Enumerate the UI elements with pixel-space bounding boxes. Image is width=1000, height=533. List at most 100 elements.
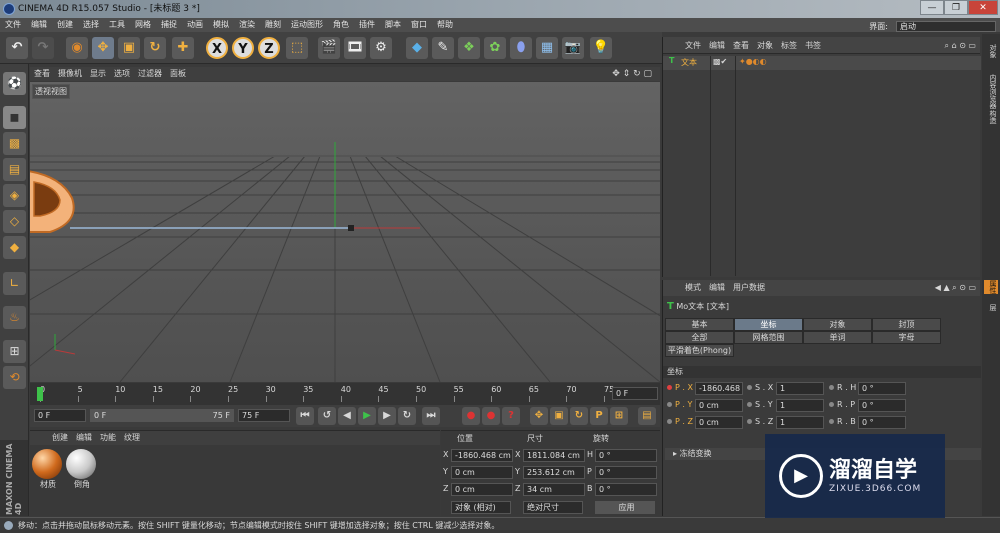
menu-select[interactable]: 选择 — [78, 18, 104, 32]
render-view-icon[interactable]: 🎬 — [318, 37, 340, 59]
next-key-icon[interactable]: ↻ — [398, 407, 416, 425]
camera-icon[interactable]: 📷 — [562, 37, 584, 59]
record-keys-icon[interactable]: ● — [462, 407, 480, 425]
coord-position-field[interactable]: 0 cm — [451, 483, 513, 496]
render-picture-queue-icon[interactable]: 🎞 — [344, 37, 366, 59]
key-pla-icon[interactable]: ⊞ — [610, 407, 628, 425]
object-menu-tags[interactable]: 标签 — [777, 41, 801, 50]
coord-rotation-field[interactable]: 0 ° — [595, 466, 657, 479]
workplane-mode-icon[interactable]: ▤ — [3, 158, 26, 181]
attr-r-field[interactable]: 0 ° — [858, 382, 906, 395]
axis-mode-icon[interactable]: ∟ — [3, 272, 26, 295]
material-menu-texture[interactable]: 纹理 — [120, 433, 144, 442]
menu-render[interactable]: 渲染 — [234, 18, 260, 32]
attr-p-field[interactable]: 0 cm — [695, 399, 743, 412]
coord-size-mode-select[interactable]: 绝对尺寸 — [523, 501, 583, 514]
start-frame-field[interactable]: 0 F — [34, 409, 86, 422]
key-position-icon[interactable]: ✥ — [530, 407, 548, 425]
coord-rotation-field[interactable]: 0 ° — [595, 449, 657, 462]
timeline-ruler[interactable]: 051015202530354045505560657075 0 F — [30, 383, 660, 405]
key-scale-icon[interactable]: ▣ — [550, 407, 568, 425]
light-icon[interactable]: 💡 — [590, 37, 612, 59]
material-menu-function[interactable]: 功能 — [96, 433, 120, 442]
apply-button[interactable]: 应用 — [595, 501, 655, 514]
material-swatch[interactable]: 材质 — [32, 449, 64, 493]
coord-position-field[interactable]: -1860.468 cm — [451, 449, 513, 462]
menu-animate[interactable]: 动画 — [182, 18, 208, 32]
tweak-mode-icon[interactable]: ♨ — [3, 306, 26, 329]
close-button[interactable]: ✕ — [968, 0, 998, 15]
redo-icon[interactable]: ↷ — [32, 37, 54, 59]
keyframe-dot[interactable] — [829, 402, 834, 407]
current-frame-field[interactable]: 0 F — [612, 387, 658, 400]
side-tab-structure[interactable]: 构造 — [984, 110, 998, 124]
object-menu-edit[interactable]: 编辑 — [705, 41, 729, 50]
array-icon[interactable]: ✿ — [484, 37, 506, 59]
material-menu-edit[interactable]: 编辑 — [72, 433, 96, 442]
perspective-viewport[interactable]: 透视视图 — [30, 82, 660, 382]
end-frame-field[interactable]: 75 F — [238, 409, 290, 422]
keyframe-dot[interactable] — [747, 385, 752, 390]
menu-simulate[interactable]: 模拟 — [208, 18, 234, 32]
side-tab-attributes[interactable]: 属性 — [984, 280, 998, 294]
menu-character[interactable]: 角色 — [328, 18, 354, 32]
model-mode-icon[interactable]: ◼ — [3, 106, 26, 129]
menu-sculpt[interactable]: 雕刻 — [260, 18, 286, 32]
coord-size-field[interactable]: 34 cm — [523, 483, 585, 496]
object-menu-file[interactable]: 文件 — [681, 41, 705, 50]
object-menu-bookmarks[interactable]: 书签 — [801, 41, 825, 50]
tab-grid-range[interactable]: 网格范围 — [734, 331, 803, 344]
floor-icon[interactable]: ▦ — [536, 37, 558, 59]
keyframe-dot[interactable] — [747, 402, 752, 407]
keyframe-dot[interactable] — [667, 402, 672, 407]
coord-rotation-field[interactable]: 0 ° — [595, 483, 657, 496]
attr-r-field[interactable]: 0 ° — [858, 399, 906, 412]
viewport-nav-icons[interactable]: ✥ ⇕ ↻ ▢ — [608, 67, 656, 81]
timeline-window-icon[interactable]: ▤ — [638, 407, 656, 425]
snap-icon[interactable]: ⊞ — [3, 340, 26, 363]
cube-icon[interactable]: ◆ — [406, 37, 428, 59]
z-axis-icon[interactable]: Z — [258, 37, 280, 59]
object-menu-objects[interactable]: 对象 — [753, 41, 777, 50]
subdivision-icon[interactable]: ❖ — [458, 37, 480, 59]
go-to-start-icon[interactable]: ⏮ — [296, 407, 314, 425]
pen-spline-icon[interactable]: ✎ — [432, 37, 454, 59]
coord-size-field[interactable]: 253.612 cm — [523, 466, 585, 479]
attr-menu-userdata[interactable]: 用户数据 — [729, 283, 769, 292]
object-name[interactable]: 文本 — [681, 57, 697, 68]
tab-object[interactable]: 对象 — [803, 318, 872, 331]
object-manager-tools[interactable]: ⌕ ⌂ ⊙ ▭ — [945, 37, 976, 54]
viewport-menu-panel[interactable]: 面板 — [166, 67, 190, 81]
attr-p-field[interactable]: -1860.468 — [695, 382, 743, 395]
material-tags-icon[interactable]: ✦●◐◐ — [739, 57, 767, 66]
keyframe-dot[interactable] — [829, 385, 834, 390]
edges-mode-icon[interactable]: ◇ — [3, 210, 26, 233]
menu-tools[interactable]: 工具 — [104, 18, 130, 32]
tab-phong[interactable]: 平滑着色(Phong) — [665, 344, 734, 357]
keyframe-dot[interactable] — [747, 419, 752, 424]
coord-size-field[interactable]: 1811.084 cm — [523, 449, 585, 462]
viewport-menu-view[interactable]: 查看 — [30, 67, 54, 81]
menu-plugins[interactable]: 插件 — [354, 18, 380, 32]
keyframe-dot[interactable] — [667, 385, 672, 390]
material-menu-create[interactable]: 创建 — [48, 433, 72, 442]
maximize-button[interactable]: ❐ — [944, 0, 968, 15]
scale-icon[interactable]: ▣ — [118, 37, 140, 59]
next-frame-icon[interactable]: ▶ — [378, 407, 396, 425]
keyframe-selection-icon[interactable]: ? — [502, 407, 520, 425]
points-mode-icon[interactable]: ◈ — [3, 184, 26, 207]
side-tab-content-browser[interactable]: 内容浏览器 — [984, 74, 998, 109]
minimize-button[interactable]: — — [920, 0, 944, 15]
move-icon[interactable]: ✥ — [92, 37, 114, 59]
coordinate-system-icon[interactable]: ⬚ — [286, 37, 308, 59]
coord-mode-select[interactable]: 对象 (相对) — [451, 501, 511, 514]
menu-snap[interactable]: 捕捉 — [156, 18, 182, 32]
viewport-menu-display[interactable]: 显示 — [86, 67, 110, 81]
menu-edit[interactable]: 编辑 — [26, 18, 52, 32]
menu-help[interactable]: 帮助 — [432, 18, 458, 32]
object-menu-view[interactable]: 查看 — [729, 41, 753, 50]
layout-select[interactable]: 启动 — [896, 21, 996, 32]
attr-s-field[interactable]: 1 — [776, 399, 824, 412]
menu-create[interactable]: 创建 — [52, 18, 78, 32]
play-icon[interactable]: ▶ — [358, 407, 376, 425]
